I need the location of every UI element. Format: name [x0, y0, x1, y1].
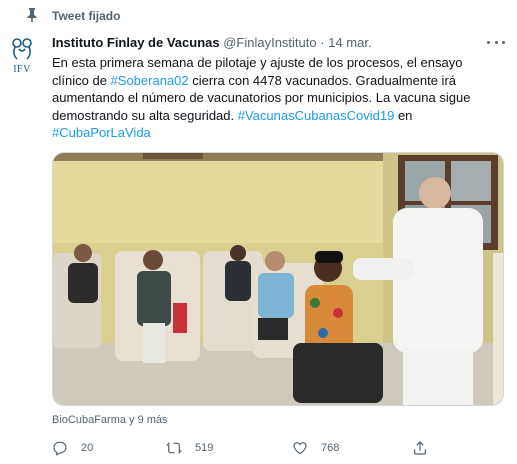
reply-button[interactable]: 20 — [52, 437, 93, 459]
more-dot-icon — [494, 40, 498, 44]
tweet-text: En esta primera semana de pilotaje y aju… — [52, 54, 502, 142]
more-dot-icon — [502, 40, 505, 44]
author-name[interactable]: Instituto Finlay de Vacunas — [52, 35, 220, 50]
share-icon — [414, 441, 426, 455]
tweet[interactable]: Tweet fijado IFV Instituto Finlay de Vac… — [0, 0, 517, 464]
tweet-date[interactable]: 14 mar. — [328, 35, 371, 50]
pin-icon — [26, 8, 38, 22]
reply-icon — [53, 441, 67, 456]
more-dot-icon — [487, 40, 490, 44]
more-options-button[interactable] — [487, 36, 505, 48]
hashtag-link[interactable]: #CubaPorLaVida — [52, 125, 151, 140]
like-icon — [293, 442, 307, 455]
avatar[interactable]: IFV — [6, 36, 38, 76]
avatar-logo-icon — [12, 38, 32, 60]
tweet-photo[interactable] — [52, 152, 504, 406]
photo-vaccination-scene — [53, 153, 503, 405]
share-button[interactable] — [412, 437, 428, 459]
retweet-button[interactable]: 519 — [166, 437, 213, 459]
liked-by-text[interactable]: BioCubaFarma y 9 más — [52, 414, 168, 426]
tweet-text-segment: en — [394, 107, 413, 123]
reply-count: 20 — [81, 442, 94, 454]
pinned-label: Tweet fijado — [52, 9, 121, 23]
like-button[interactable]: 768 — [292, 437, 339, 459]
hashtag-link[interactable]: #VacunasCubanasCovid19 — [238, 108, 395, 123]
retweet-icon — [166, 442, 182, 454]
tweet-header: Instituto Finlay de Vacunas @FinlayInsti… — [52, 35, 372, 50]
author-handle[interactable]: @FinlayInstituto — [223, 35, 316, 50]
like-count: 768 — [321, 442, 340, 454]
hashtag-link[interactable]: #Soberana02 — [111, 73, 189, 88]
tweet-actions: 20 519 768 — [52, 437, 452, 459]
retweet-count: 519 — [195, 442, 214, 454]
avatar-text: IFV — [13, 64, 31, 75]
separator: · — [320, 35, 325, 50]
